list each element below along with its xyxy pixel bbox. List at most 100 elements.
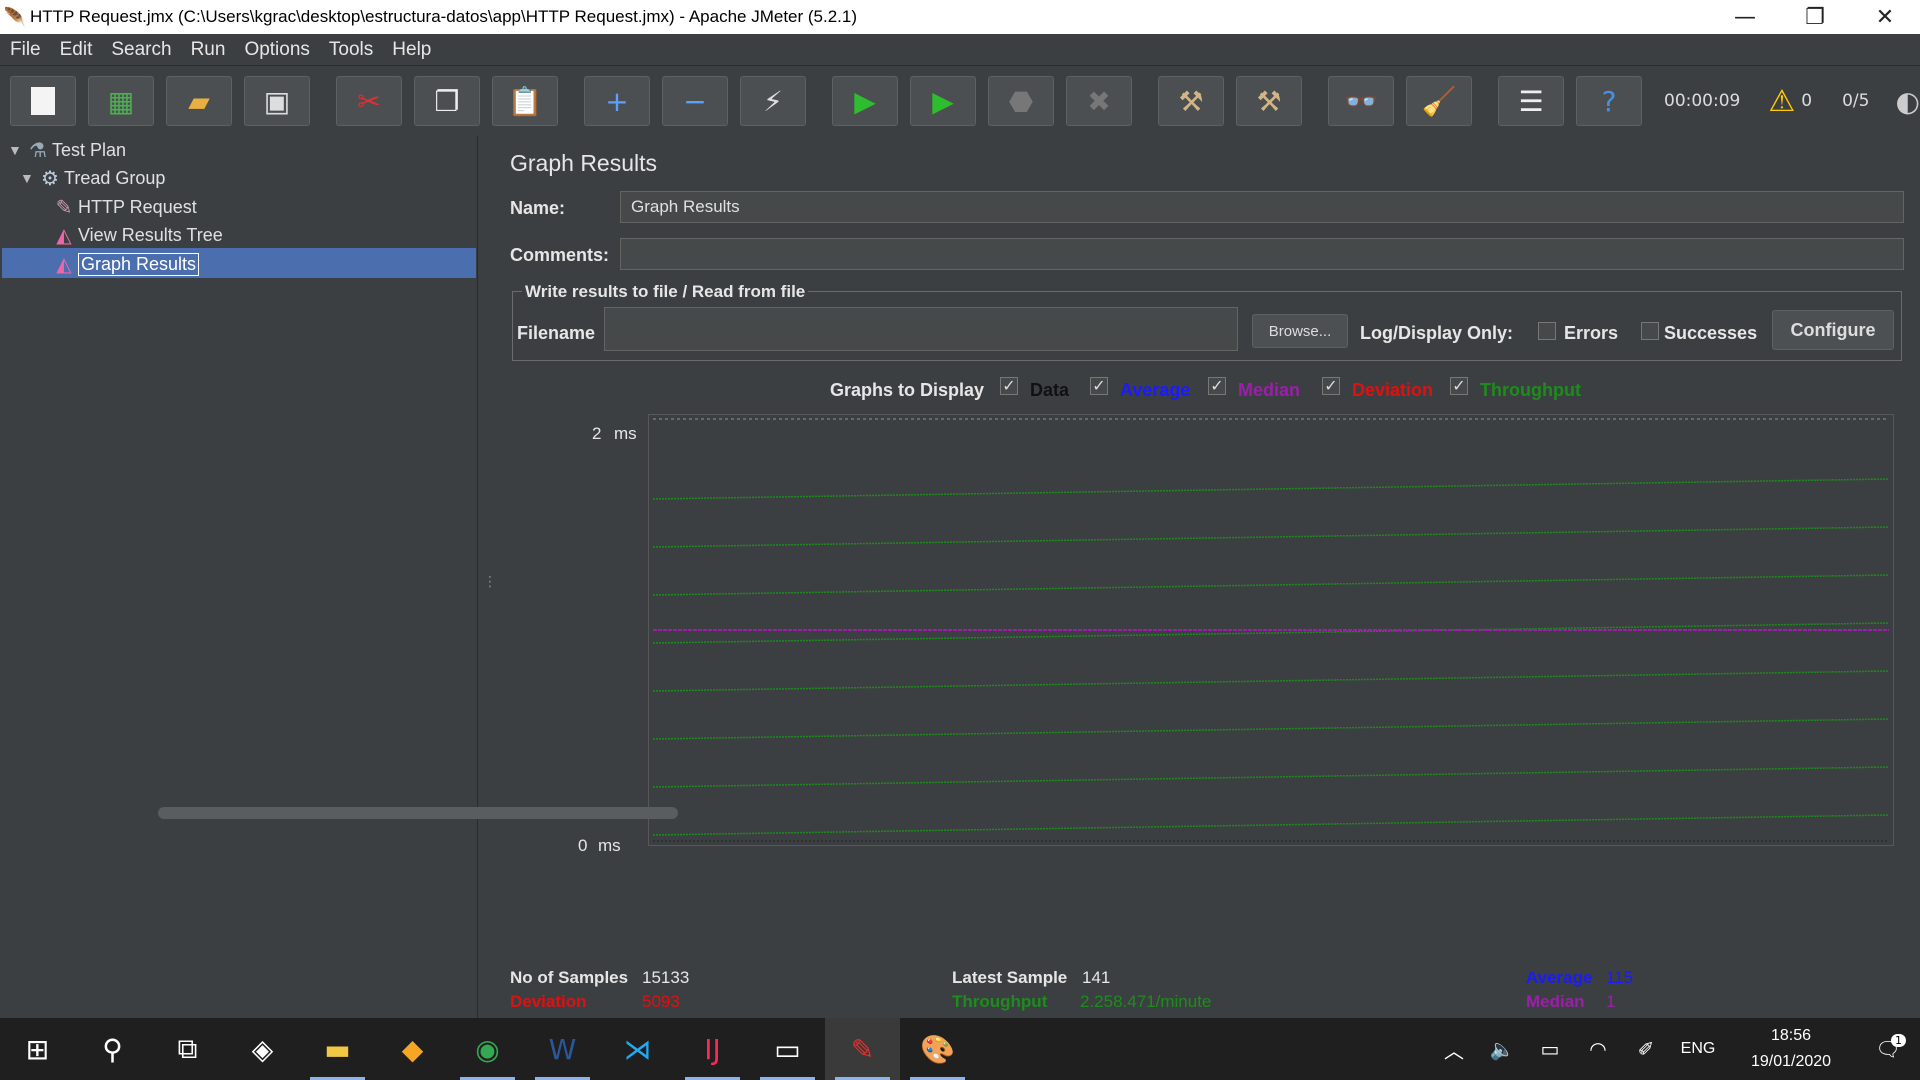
cut-button[interactable]: ✂ [336, 76, 402, 126]
open-button[interactable]: ▰ [166, 76, 232, 126]
clock[interactable]: 18:56 19/01/2020 [1726, 1023, 1856, 1075]
clock-date: 19/01/2020 [1750, 1053, 1832, 1070]
volume-icon[interactable]: 🔈 [1478, 1037, 1526, 1061]
tree-node-label: View Results Tree [78, 224, 223, 245]
notifications-icon[interactable]: 🗨 1 [1856, 1034, 1920, 1061]
results-graph-canvas [652, 418, 1890, 842]
throughput-checkbox[interactable]: ✓ [1450, 377, 1468, 395]
samples-label: No of Samples [510, 968, 629, 987]
tree-node-view-results-tree[interactable]: ◭ View Results Tree [50, 221, 223, 249]
name-label: Name: [510, 198, 566, 218]
deviation-checkbox[interactable]: ✓ [1322, 377, 1340, 395]
task-view-icon: ⧉ [177, 1032, 198, 1065]
tree-node-thread-group[interactable]: ▼ ⚙ Tread Group [20, 164, 165, 192]
median-checkbox[interactable]: ✓ [1208, 377, 1226, 395]
menu-run[interactable]: Run [191, 39, 226, 61]
browse-button[interactable]: Browse... [1252, 314, 1348, 348]
terminal-icon: ▭ [774, 1032, 801, 1066]
name-input[interactable]: Graph Results [620, 191, 1904, 223]
search-button[interactable]: 👓 [1328, 76, 1394, 126]
clear-button[interactable]: ⚒ [1158, 76, 1224, 126]
samples-value: 15133 [642, 968, 690, 987]
toggle-button[interactable]: ⚡ [740, 76, 806, 126]
restore-button[interactable]: ❐ [1780, 0, 1850, 34]
comments-label: Comments: [510, 245, 610, 265]
taskbar-app-jmeter[interactable]: ✎ [825, 1018, 900, 1080]
task-view-button[interactable]: ⧉ [150, 1018, 225, 1080]
taskbar-app-word[interactable]: W [525, 1018, 600, 1080]
results-graph [648, 414, 1894, 846]
average-checkbox[interactable]: ✓ [1090, 377, 1108, 395]
menu-help[interactable]: Help [392, 39, 431, 61]
wifi-icon[interactable]: ◠ [1574, 1037, 1622, 1061]
deviation-stat-label: Deviation [510, 992, 587, 1011]
save-button[interactable]: ▣ [244, 76, 310, 126]
reset-search-button[interactable]: 🧹 [1406, 76, 1472, 126]
minimize-button[interactable]: — [1710, 0, 1780, 34]
collapse-all-button[interactable]: − [662, 76, 728, 126]
start-no-pauses-button[interactable]: ▶ [910, 76, 976, 126]
graphs-to-display-label: Graphs to Display [830, 380, 985, 400]
chevron-up-icon[interactable]: ︿ [1430, 1035, 1478, 1064]
menu-search[interactable]: Search [111, 39, 171, 61]
copy-button[interactable]: ❐ [414, 76, 480, 126]
taskbar-app-vscode[interactable]: ⋊ [600, 1018, 675, 1080]
comments-input[interactable] [620, 238, 1904, 270]
successes-checkbox[interactable] [1641, 322, 1659, 340]
menu-tools[interactable]: Tools [329, 39, 373, 61]
taskbar-app-git[interactable]: ◆ [375, 1018, 450, 1080]
start-button[interactable]: ⊞ [0, 1018, 75, 1080]
jmeter-feather-icon: 🪶 [3, 6, 27, 28]
battery-icon[interactable]: ▭ [1526, 1037, 1574, 1061]
collapse-arrow-icon[interactable]: ▼ [20, 170, 36, 186]
stop-button[interactable]: ⬣ [988, 76, 1054, 126]
new-button[interactable] [10, 76, 76, 126]
filename-label: Filename [517, 323, 596, 343]
taskbar-app-explorer[interactable]: ▬ [300, 1018, 375, 1080]
taskbar-app-chrome[interactable]: ◉ [450, 1018, 525, 1080]
copy-icon: ❐ [434, 84, 460, 118]
minus-icon: − [683, 84, 707, 118]
tree-node-test-plan[interactable]: ▼ ⚗ Test Plan [8, 136, 126, 164]
unity-icon: ◈ [251, 1032, 274, 1066]
menu-file[interactable]: File [10, 39, 41, 61]
start-button[interactable]: ▶ [832, 76, 898, 126]
tree-node-graph-results[interactable]: ◭ Graph Results [50, 250, 200, 278]
pen-icon[interactable]: ✐ [1622, 1037, 1670, 1061]
errors-checkbox[interactable] [1538, 322, 1556, 340]
taskbar-app-terminal[interactable]: ▭ [750, 1018, 825, 1080]
taskbar-search-button[interactable]: ⚲ [75, 1018, 150, 1080]
remote-globe-icon[interactable]: ◐ [1895, 85, 1919, 118]
taskbar-app-paint[interactable]: 🎨 [900, 1018, 975, 1080]
taskbar-app-unity[interactable]: ◈ [225, 1018, 300, 1080]
data-checkbox[interactable]: ✓ [1000, 377, 1018, 395]
configure-button[interactable]: Configure [1772, 310, 1894, 350]
average-stat-value: 115 [1606, 968, 1634, 987]
menu-edit[interactable]: Edit [60, 39, 93, 61]
search-icon: ⚲ [102, 1032, 123, 1066]
templates-icon: ▦ [107, 84, 135, 118]
templates-button[interactable]: ▦ [88, 76, 154, 126]
tree-node-http-request[interactable]: ✎ HTTP Request [50, 193, 197, 221]
menu-bar: File Edit Search Run Options Tools Help [0, 34, 1920, 66]
warning-icon[interactable]: ⚠ [1768, 84, 1795, 119]
help-button[interactable]: ? [1576, 76, 1642, 126]
throughput-stat-label: Throughput [952, 992, 1048, 1011]
expand-all-button[interactable]: + [584, 76, 650, 126]
y-axis-min-value: 0 [578, 836, 588, 855]
chart-icon: ◭ [56, 253, 72, 276]
menu-options[interactable]: Options [244, 39, 309, 61]
data-label: Data [1030, 380, 1070, 400]
close-button[interactable]: ✕ [1850, 0, 1920, 34]
language-indicator[interactable]: ENG [1670, 1040, 1726, 1058]
function-helper-button[interactable]: ☰ [1498, 76, 1564, 126]
intellij-icon: IJ [704, 1032, 721, 1066]
graph-horizontal-scrollbar[interactable] [158, 807, 678, 819]
filename-input[interactable] [604, 307, 1238, 351]
shutdown-button[interactable]: ✖ [1066, 76, 1132, 126]
taskbar-app-intellij[interactable]: IJ [675, 1018, 750, 1080]
clear-all-button[interactable]: ⚒ [1236, 76, 1302, 126]
elapsed-time: 00:00:09 [1664, 91, 1741, 111]
collapse-arrow-icon[interactable]: ▼ [8, 142, 24, 158]
paste-button[interactable]: 📋 [492, 76, 558, 126]
